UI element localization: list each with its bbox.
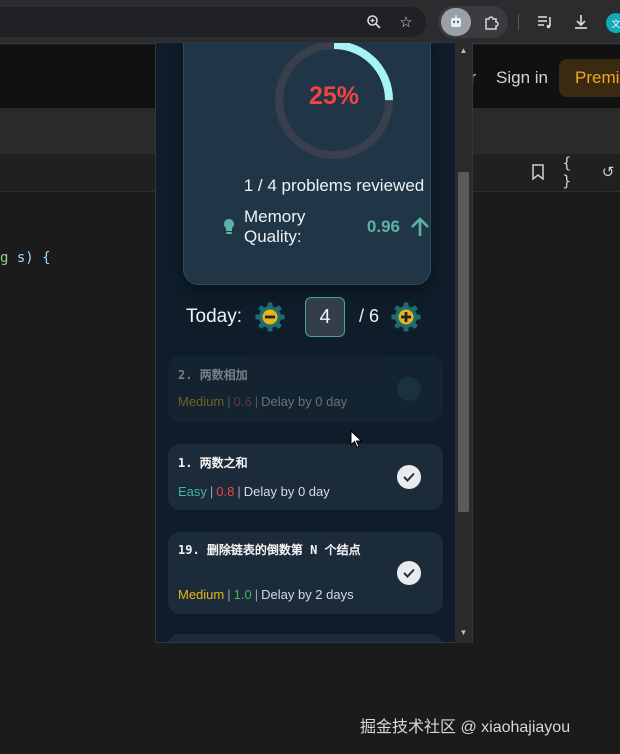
problem-title[interactable]: 2. 两数相加 xyxy=(178,366,248,384)
lightbulb-icon xyxy=(222,218,236,236)
problem-card[interactable]: 1. 两数之和 Easy | 0.8 | Delay by 0 day xyxy=(168,444,443,510)
download-icon[interactable] xyxy=(569,10,593,34)
extension-popup: 25% 1 / 4 problems reviewed Memory Quali… xyxy=(155,42,473,643)
quality-value: 0.8 xyxy=(216,484,235,499)
difficulty-badge: Medium xyxy=(178,587,225,602)
quality-value: 0.6 xyxy=(233,394,252,409)
delay-text: Delay by 2 days xyxy=(261,587,354,602)
toolbar-divider xyxy=(518,14,519,30)
delay-text: Delay by 0 day xyxy=(243,484,330,499)
today-goal-row: Today: 4 / 6 xyxy=(186,297,446,337)
arrow-up-icon xyxy=(410,216,430,238)
media-icon[interactable] xyxy=(533,10,557,34)
problem-title[interactable]: 19. 删除链表的倒数第 N 个结点 xyxy=(178,541,383,559)
code-fragment: g s) { xyxy=(0,250,51,266)
scrollbar-thumb[interactable] xyxy=(458,172,469,512)
memory-quality-value: 0.96 xyxy=(366,217,400,236)
scroll-down-icon[interactable]: ▼ xyxy=(459,628,468,637)
extension-app-icon[interactable] xyxy=(441,8,471,36)
bookmark-star-icon[interactable]: ☆ xyxy=(394,10,418,34)
check-icon[interactable] xyxy=(397,377,421,401)
difficulty-badge: Easy xyxy=(178,484,207,499)
check-icon[interactable] xyxy=(397,561,421,585)
problem-title[interactable]: 1. 两数之和 xyxy=(178,454,248,472)
quality-value: 1.0 xyxy=(233,587,252,602)
problem-card[interactable]: 2. 两数相加 Medium | 0.6 | Delay by 0 day xyxy=(168,356,443,422)
browser-toolbar: ☆ 文 xyxy=(0,0,620,44)
mouse-cursor-icon xyxy=(350,429,363,449)
gear-minus-icon xyxy=(255,302,285,332)
problem-meta: Easy | 0.8 | Delay by 0 day xyxy=(178,484,330,499)
decrease-goal-button[interactable] xyxy=(254,301,286,333)
check-icon[interactable] xyxy=(397,465,421,489)
profile-icon[interactable]: 文 xyxy=(606,13,620,33)
today-count-input[interactable]: 4 xyxy=(305,297,345,337)
memory-quality-label: Memory Quality: xyxy=(244,207,306,246)
braces-icon[interactable]: { } xyxy=(562,154,584,190)
code-rest: s) { xyxy=(8,250,51,266)
progress-percent: 25% xyxy=(308,82,360,110)
increase-goal-button[interactable] xyxy=(390,301,422,333)
watermark: 掘金技术社区 @ xiaohajiayou xyxy=(360,719,571,736)
reviewed-count: 1 / 4 problems reviewed xyxy=(243,176,425,195)
difficulty-badge: Medium xyxy=(178,394,225,409)
memory-quality-row: Memory Quality: 0.96 xyxy=(222,207,430,246)
puzzle-icon[interactable] xyxy=(480,10,504,34)
delay-text: Delay by 0 day xyxy=(261,394,348,409)
problem-meta: Medium | 1.0 | Delay by 2 days xyxy=(178,587,354,602)
today-total: / 6 xyxy=(359,306,380,326)
problem-meta: Medium | 0.6 | Delay by 0 day xyxy=(178,394,348,409)
bookmark-icon[interactable] xyxy=(528,162,548,182)
gear-plus-icon xyxy=(391,302,421,332)
scroll-up-icon[interactable]: ▲ xyxy=(459,46,468,55)
undo-icon[interactable]: ↺ xyxy=(598,162,618,182)
premium-button[interactable]: Premi xyxy=(559,59,620,97)
problem-card[interactable] xyxy=(168,634,443,642)
problem-card[interactable]: 19. 删除链表的倒数第 N 个结点 Medium | 1.0 | Delay by 2… xyxy=(168,532,443,614)
progress-card: 25% 1 / 4 problems reviewed Memory Quali… xyxy=(183,43,431,285)
today-label: Today: xyxy=(186,306,242,327)
sign-in-link[interactable]: Sign in xyxy=(496,68,548,88)
zoom-icon[interactable] xyxy=(362,10,386,34)
